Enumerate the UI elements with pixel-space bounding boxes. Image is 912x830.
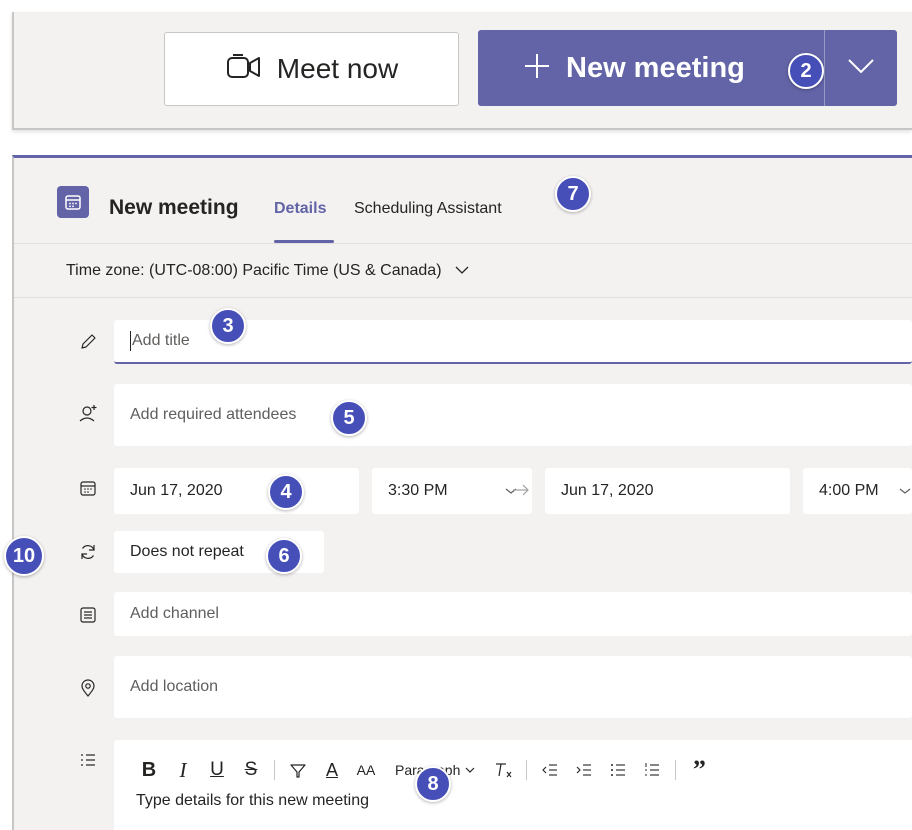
teams-meeting-screen: Meet now New meeting 2 New meeting Detai… bbox=[0, 0, 912, 830]
arrow-right-icon bbox=[510, 480, 532, 505]
end-time-value: 4:00 PM bbox=[819, 482, 879, 499]
meet-now-button[interactable]: Meet now bbox=[164, 32, 459, 106]
start-time-value: 3:30 PM bbox=[388, 482, 448, 499]
callout-badge-7: 7 bbox=[555, 176, 591, 212]
highlight-icon[interactable] bbox=[281, 756, 315, 784]
strikethrough-button[interactable]: S bbox=[234, 756, 268, 784]
chevron-down-icon bbox=[898, 482, 912, 500]
attendees-placeholder: Add required attendees bbox=[130, 406, 297, 423]
callout-badge-2: 2 bbox=[788, 53, 824, 89]
start-date-picker[interactable]: Jun 17, 2020 bbox=[114, 468, 359, 514]
quote-button[interactable]: ” bbox=[682, 755, 716, 784]
new-meeting-split-button: New meeting bbox=[478, 30, 897, 106]
end-date-picker[interactable]: Jun 17, 2020 bbox=[545, 468, 790, 514]
calendar-icon bbox=[76, 476, 100, 500]
start-date-value: Jun 17, 2020 bbox=[130, 482, 223, 499]
font-color-button[interactable]: A bbox=[315, 756, 349, 784]
new-meeting-label: New meeting bbox=[566, 51, 745, 84]
chevron-down-icon bbox=[846, 57, 876, 80]
decrease-indent-icon[interactable] bbox=[533, 756, 567, 784]
channel-icon bbox=[76, 603, 100, 627]
location-input[interactable]: Add location bbox=[114, 656, 912, 718]
channel-input[interactable]: Add channel bbox=[114, 592, 912, 636]
numbered-list-icon[interactable] bbox=[635, 756, 669, 784]
pencil-icon bbox=[76, 330, 100, 354]
new-meeting-panel: New meeting Details Scheduling Assistant… bbox=[12, 155, 912, 830]
timezone-label: Time zone: (UTC-08:00) Pacific Time (US … bbox=[66, 261, 442, 279]
callout-badge-10: 10 bbox=[4, 536, 44, 576]
details-placeholder[interactable]: Type details for this new meeting bbox=[136, 792, 369, 810]
top-action-bar: Meet now New meeting bbox=[12, 12, 912, 130]
tab-scheduling-assistant[interactable]: Scheduling Assistant bbox=[354, 200, 502, 218]
timezone-selector[interactable]: Time zone: (UTC-08:00) Pacific Time (US … bbox=[14, 244, 912, 298]
end-date-value: Jun 17, 2020 bbox=[561, 482, 654, 499]
toolbar-divider bbox=[526, 760, 528, 780]
start-time-select[interactable]: 3:30 PM bbox=[372, 468, 532, 514]
attendees-input[interactable]: Add required attendees bbox=[114, 384, 912, 446]
repeat-icon bbox=[76, 540, 100, 564]
font-size-button[interactable]: AA bbox=[349, 756, 383, 784]
channel-placeholder: Add channel bbox=[130, 605, 219, 622]
chevron-down-icon bbox=[442, 262, 470, 280]
list-icon bbox=[76, 748, 100, 772]
callout-badge-8: 8 bbox=[415, 766, 451, 802]
callout-badge-5: 5 bbox=[331, 400, 367, 436]
underline-button[interactable]: U bbox=[200, 756, 234, 784]
location-icon bbox=[76, 676, 100, 700]
add-person-icon bbox=[76, 402, 100, 426]
bulleted-list-icon[interactable] bbox=[601, 756, 635, 784]
clear-formatting-icon[interactable] bbox=[486, 756, 520, 784]
chevron-down-icon bbox=[465, 767, 475, 773]
tab-details[interactable]: Details bbox=[274, 200, 326, 218]
new-meeting-dropdown-button[interactable] bbox=[825, 30, 897, 106]
increase-indent-icon[interactable] bbox=[567, 756, 601, 784]
active-tab-indicator bbox=[274, 240, 334, 243]
new-meeting-button[interactable]: New meeting bbox=[478, 30, 824, 106]
toolbar-divider bbox=[274, 760, 275, 780]
panel-header: New meeting Details Scheduling Assistant bbox=[14, 158, 912, 244]
bold-button[interactable]: B bbox=[132, 756, 166, 784]
callout-badge-6: 6 bbox=[266, 538, 302, 574]
video-icon bbox=[225, 52, 263, 87]
callout-badge-3: 3 bbox=[210, 308, 246, 344]
title-placeholder: Add title bbox=[130, 331, 190, 351]
location-placeholder: Add location bbox=[130, 678, 219, 695]
page-title: New meeting bbox=[109, 196, 239, 219]
repeat-value: Does not repeat bbox=[130, 543, 244, 560]
meet-now-label: Meet now bbox=[276, 53, 399, 84]
plus-icon bbox=[522, 51, 552, 86]
callout-badge-4: 4 bbox=[268, 474, 304, 510]
italic-button[interactable]: I bbox=[166, 756, 200, 784]
toolbar-divider bbox=[675, 760, 677, 780]
calendar-icon bbox=[57, 186, 89, 218]
details-editor: B I U S A AA Paragraph bbox=[114, 740, 912, 830]
end-time-select[interactable]: 4:00 PM bbox=[803, 468, 912, 514]
